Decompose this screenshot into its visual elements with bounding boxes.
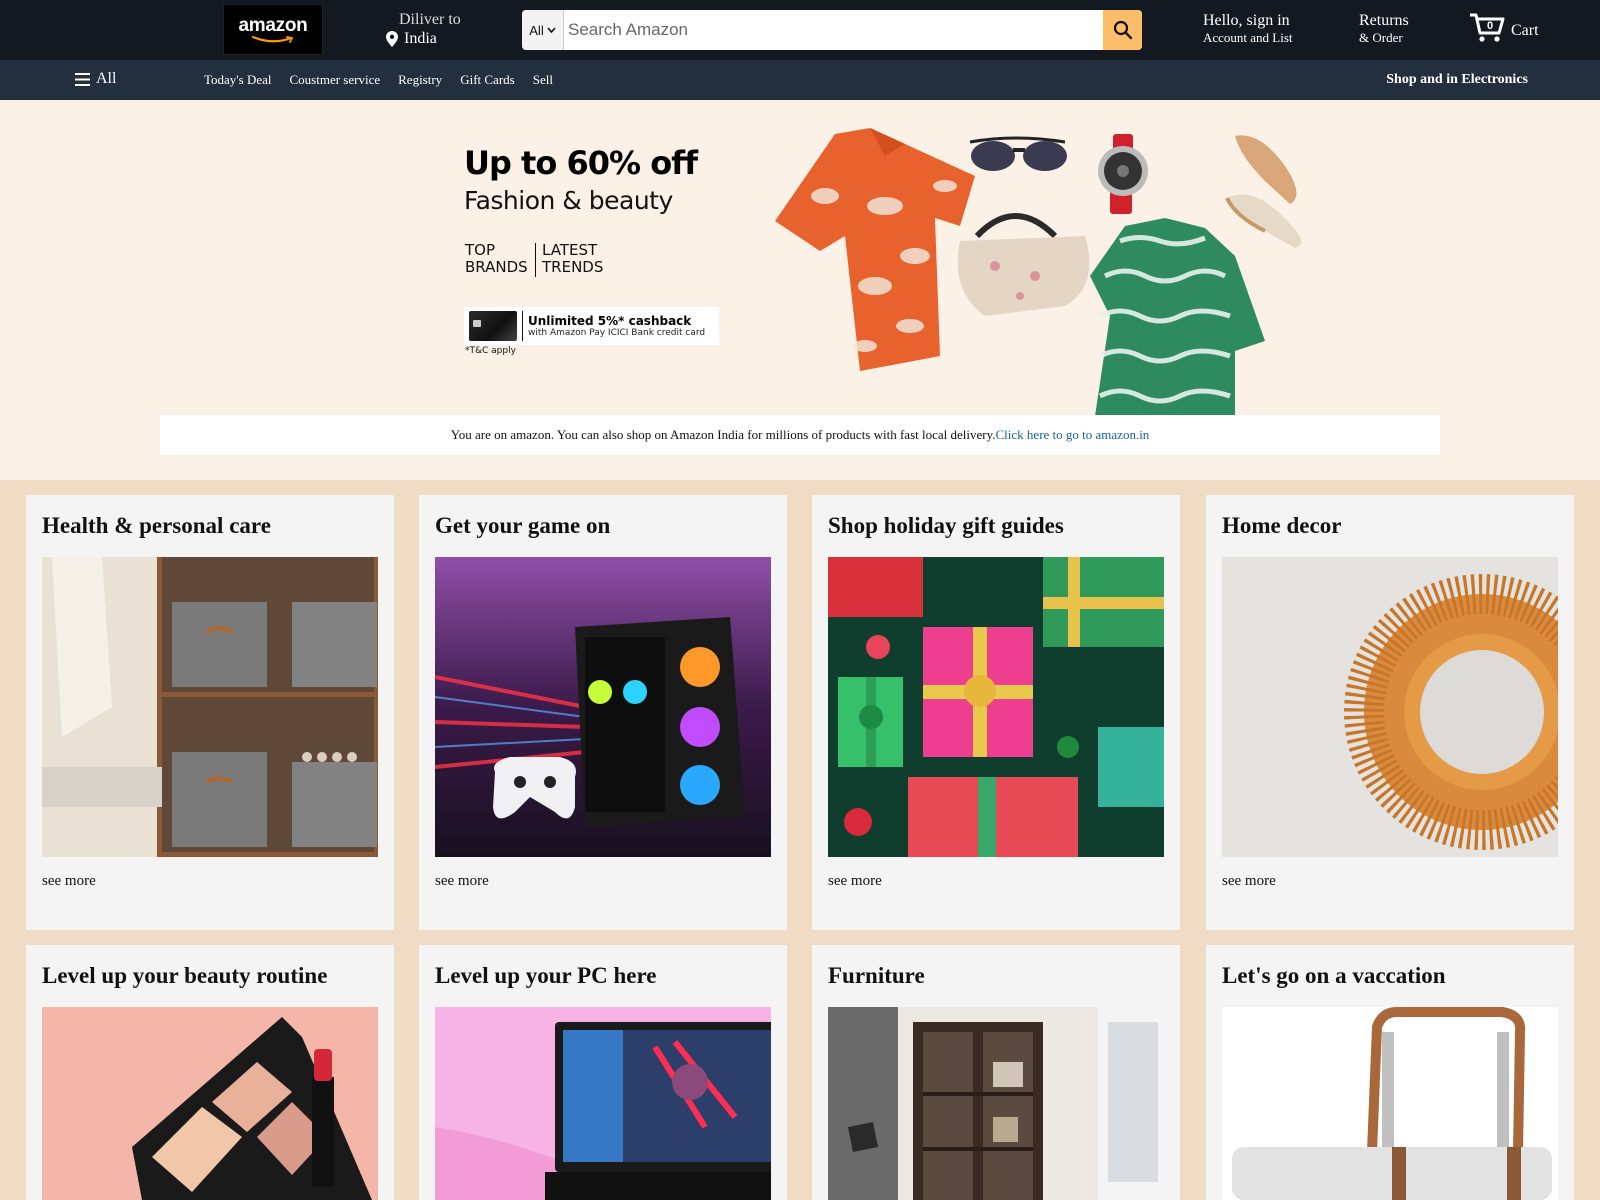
card-image[interactable] [1222,1007,1558,1200]
card-image[interactable] [435,557,771,857]
returns-label: Returns [1359,12,1409,29]
handbag-icon [957,213,1090,316]
search-icon [1113,20,1132,40]
gift-boxes-image [828,557,1164,857]
credit-card-image [469,311,517,341]
search-button[interactable] [1103,10,1142,50]
tag-latest-trends: LATEST TRENDS [542,242,603,276]
tag-trends-line: TRENDS [542,258,604,276]
tag-top-brands: TOP BRANDS [465,242,528,276]
fashion-products-image [775,128,1302,416]
card-title: Shop holiday gift guides [828,513,1064,538]
card-image[interactable] [828,1007,1164,1200]
search-input[interactable] [564,10,1103,50]
card-image[interactable] [42,1007,378,1200]
makeup-palette-image [42,1007,378,1200]
card-title: Furniture [828,963,925,988]
cart-icon: 0 [1470,13,1505,42]
card-holiday-gift-guides: Shop holiday gift guides see more [812,495,1180,930]
heels-icon [1225,135,1302,248]
tag-brands-line: BRANDS [465,258,528,276]
card-title: Level up your beauty routine [42,963,328,988]
see-more-link[interactable]: see more [435,873,489,890]
search-category-select[interactable]: All [522,10,564,50]
amazon-in-link[interactable]: Click here to go to amazon.in [996,427,1150,443]
cashback-subtitle: with Amazon Pay ICICI Bank credit card [528,328,706,338]
card-level-up-pc: Level up your PC here [419,945,787,1200]
account-signin[interactable]: Hello, sign in Account and List [1203,12,1293,46]
card-get-your-game-on: Get your game on see more [419,495,787,930]
promo-subheadline: Fashion & beauty [464,186,673,215]
nav-link-registry[interactable]: Registry [398,72,442,88]
sunburst-mirror-image [1222,557,1558,857]
returns-orders[interactable]: Returns & Order [1359,12,1409,46]
terms-note: *T&C apply [465,346,516,356]
hamburger-menu-icon [75,72,90,86]
all-menu-button[interactable]: All [75,70,116,88]
tag-latest-line: LATEST [542,241,598,259]
card-title: Health & personal care [42,513,271,538]
account-lists-label: Account and List [1203,30,1293,45]
card-vacation: Let's go on a vaccation [1206,945,1574,1200]
signin-greeting: Hello, sign in [1203,12,1290,29]
logo-text: amazon [238,14,308,36]
hero-banner[interactable]: Up to 60% off Fashion & beauty TOP BRAND… [0,100,1600,480]
search-bar: All [522,10,1142,50]
nav-link-customer-service[interactable]: Coustmer service [290,72,381,88]
cashback-title: Unlimited 5%* cashback [528,314,692,328]
promo-headline: Up to 60% off [464,144,698,182]
orders-label: & Order [1359,30,1403,45]
notice-text: You are on amazon. You can also shop on … [450,427,996,442]
deliver-label: Diliver to [399,11,461,28]
shirt-icon [775,128,975,371]
card-health-personal-care: Health & personal care see more [26,495,394,930]
card-title: Get your game on [435,513,611,538]
tag-top-line: TOP [465,241,496,259]
nav-link-sell[interactable]: Sell [533,72,553,88]
tag-divider [535,243,536,277]
deliver-to[interactable]: Diliver to India [386,11,461,48]
sub-navbar: All Today's Deal Coustmer service Regist… [0,60,1600,100]
cart-count: 0 [1487,20,1493,32]
card-title: Let's go on a vaccation [1222,963,1446,988]
watch-icon [1098,134,1148,214]
amazon-india-notice: You are on amazon. You can also shop on … [160,415,1440,455]
see-more-link[interactable]: see more [1222,873,1276,890]
see-more-link[interactable]: see more [828,873,882,890]
card-image[interactable] [42,557,378,857]
search-category-label: All [529,22,544,38]
top-navbar: amazon Diliver to India All H [0,0,1600,60]
card-title: Level up your PC here [435,963,657,988]
nav-link-shop-electronics[interactable]: Shop and in Electronics [1386,72,1528,88]
gaming-laptop-image [435,1007,771,1200]
card-home-decor: Home decor see more [1206,495,1574,930]
card-furniture: Furniture [812,945,1180,1200]
card-image[interactable] [828,557,1164,857]
all-menu-label: All [96,70,117,87]
card-image[interactable] [435,1007,771,1200]
suitcase-image [1222,1007,1558,1200]
storage-shelf-image [42,557,378,857]
dress-icon [1090,218,1265,416]
deliver-location: India [404,30,437,47]
logo-smile-icon [251,35,294,43]
cart-label: Cart [1511,22,1539,39]
cart-button[interactable]: 0 Cart [1469,12,1539,44]
nav-link-todays-deal[interactable]: Today's Deal [204,72,272,88]
sunglasses-icon [969,136,1067,171]
card-title: Home decor [1222,513,1342,538]
nav-link-gift-cards[interactable]: Gift Cards [460,72,515,88]
cashback-divider [522,311,523,341]
location-pin-icon [386,30,398,47]
card-image[interactable] [1222,557,1558,857]
chevron-down-icon [547,27,556,33]
amazon-logo[interactable]: amazon [223,4,323,55]
cabinet-image [828,1007,1164,1200]
card-beauty-routine: Level up your beauty routine [26,945,394,1200]
see-more-link[interactable]: see more [42,873,96,890]
gaming-pc-image [435,557,771,857]
cashback-offer: Unlimited 5%* cashback with Amazon Pay I… [464,307,719,345]
